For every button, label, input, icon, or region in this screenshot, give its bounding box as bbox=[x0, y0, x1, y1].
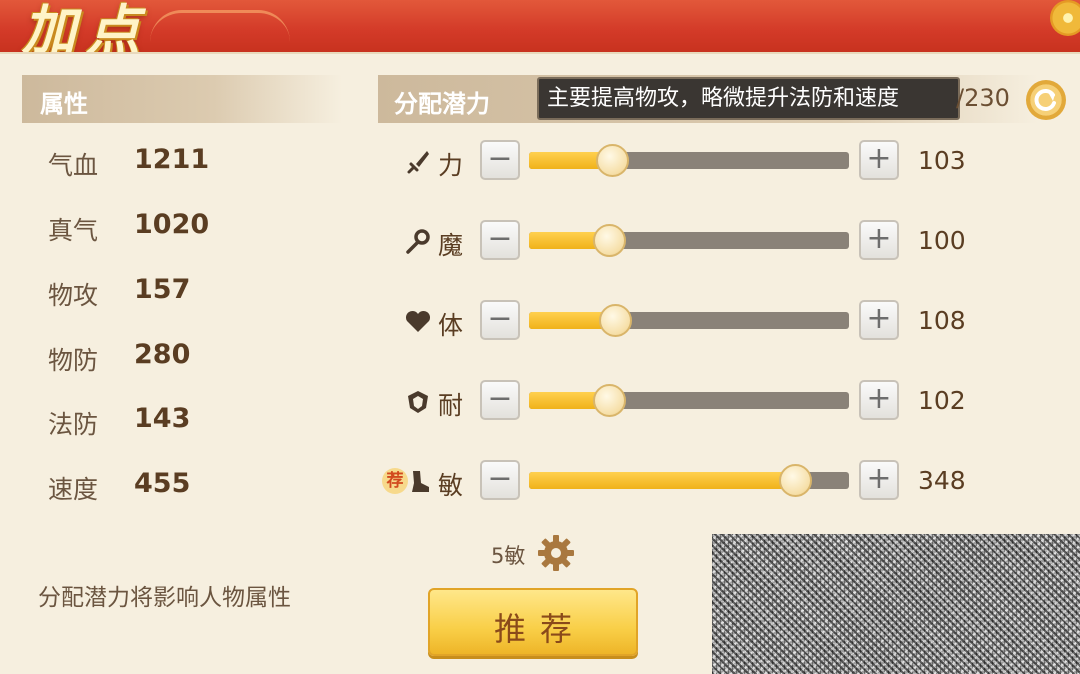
stat-value: 100 bbox=[918, 226, 966, 255]
heart-icon bbox=[405, 310, 431, 332]
shield-icon bbox=[408, 391, 428, 413]
decrease-strength-button[interactable]: − bbox=[480, 140, 520, 180]
stat-value: 103 bbox=[918, 146, 966, 175]
slider-knob[interactable] bbox=[593, 384, 626, 417]
slider-knob[interactable] bbox=[599, 304, 632, 337]
attribute-value: 1211 bbox=[134, 144, 210, 175]
attribute-name: 法防 bbox=[48, 410, 99, 439]
slider-fill bbox=[529, 472, 795, 489]
sword-icon bbox=[407, 151, 429, 174]
attribute-row-hp: 气血 1211 bbox=[48, 142, 308, 182]
attribute-value: 280 bbox=[134, 339, 191, 370]
attribute-name: 速度 bbox=[48, 475, 99, 504]
potential-hint: 分配潜力将影响人物属性 bbox=[38, 585, 291, 611]
page-title: 加点 bbox=[22, 0, 150, 52]
increase-agility-button[interactable]: + bbox=[859, 460, 899, 500]
flower-ornament-icon bbox=[1050, 0, 1080, 36]
stat-row-vitality: 体 − + 108 bbox=[378, 300, 978, 344]
stat-value: 102 bbox=[918, 386, 966, 415]
strength-slider[interactable] bbox=[529, 144, 849, 177]
attribute-row-mp: 真气 1020 bbox=[48, 207, 308, 247]
attribute-row-speed: 速度 455 bbox=[48, 466, 308, 506]
attribute-name: 气血 bbox=[48, 151, 99, 180]
attribute-row-patk: 物攻 157 bbox=[48, 272, 308, 312]
title-decoration bbox=[150, 10, 290, 42]
attribute-row-pdef: 物防 280 bbox=[48, 337, 308, 377]
slider-knob[interactable] bbox=[779, 464, 812, 497]
title-bar: 加点 bbox=[0, 0, 1080, 52]
stat-row-magic: 魔 − + 100 bbox=[378, 220, 978, 264]
gear-icon[interactable] bbox=[535, 532, 577, 574]
remaining-points: /230 bbox=[956, 84, 1010, 112]
stat-name: 敏 bbox=[438, 471, 464, 500]
reset-icon bbox=[1034, 89, 1056, 111]
stat-row-endurance: 耐 − + 102 bbox=[378, 380, 978, 424]
increase-vitality-button[interactable]: + bbox=[859, 300, 899, 340]
attributes-header: 属性 bbox=[22, 75, 342, 123]
magic-slider[interactable] bbox=[529, 224, 849, 257]
stat-value: 348 bbox=[918, 466, 966, 495]
boot-icon bbox=[412, 471, 429, 492]
attributes-header-label: 属性 bbox=[40, 90, 88, 118]
recommend-button[interactable]: 推荐 bbox=[428, 588, 638, 656]
decrease-magic-button[interactable]: − bbox=[480, 220, 520, 260]
preset-label: 5敏 bbox=[491, 544, 526, 568]
attribute-name: 真气 bbox=[48, 216, 99, 245]
magic-staff-icon bbox=[406, 229, 430, 254]
slider-knob[interactable] bbox=[593, 224, 626, 257]
stat-row-agility: 荐 敏 − + 348 bbox=[378, 460, 978, 504]
increase-magic-button[interactable]: + bbox=[859, 220, 899, 260]
vitality-slider[interactable] bbox=[529, 304, 849, 337]
stat-tooltip: 主要提高物攻，略微提升法防和速度 bbox=[537, 77, 960, 120]
stat-name: 魔 bbox=[438, 231, 464, 260]
endurance-slider[interactable] bbox=[529, 384, 849, 417]
obscured-region bbox=[712, 534, 1080, 674]
stat-name: 耐 bbox=[438, 391, 464, 420]
stat-value: 108 bbox=[918, 306, 966, 335]
stat-name: 力 bbox=[438, 151, 464, 180]
attribute-value: 1020 bbox=[134, 209, 210, 240]
agility-slider[interactable] bbox=[529, 464, 849, 497]
attribute-value: 455 bbox=[134, 468, 191, 499]
attribute-value: 143 bbox=[134, 403, 191, 434]
stat-row-strength: 力 − + 103 bbox=[378, 140, 978, 184]
reset-button[interactable] bbox=[1026, 80, 1066, 120]
recommend-button-label: 推荐 bbox=[493, 610, 586, 648]
decrease-vitality-button[interactable]: − bbox=[480, 300, 520, 340]
attribute-name: 物防 bbox=[48, 346, 99, 375]
stat-name: 体 bbox=[438, 311, 464, 340]
decrease-endurance-button[interactable]: − bbox=[480, 380, 520, 420]
increase-strength-button[interactable]: + bbox=[859, 140, 899, 180]
attribute-row-mdef: 法防 143 bbox=[48, 401, 308, 441]
potential-header-label: 分配潜力 bbox=[394, 90, 490, 118]
attribute-name: 物攻 bbox=[48, 281, 99, 310]
slider-knob[interactable] bbox=[596, 144, 629, 177]
increase-endurance-button[interactable]: + bbox=[859, 380, 899, 420]
decrease-agility-button[interactable]: − bbox=[480, 460, 520, 500]
attribute-value: 157 bbox=[134, 274, 191, 305]
